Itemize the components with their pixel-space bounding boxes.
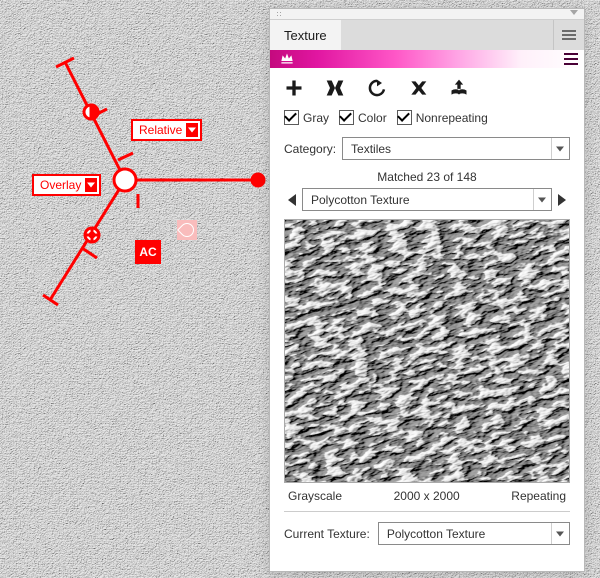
menu-icon — [562, 30, 576, 40]
current-texture-label: Current Texture: — [284, 527, 370, 541]
faded-swatch[interactable] — [177, 220, 197, 240]
overlay-dropdown-label: Overlay — [40, 178, 81, 192]
compare-button[interactable] — [324, 78, 346, 98]
separator — [284, 511, 570, 512]
texture-dropdown[interactable]: Polycotton Texture — [302, 188, 552, 211]
matched-text: Matched 23 of 148 — [270, 164, 584, 188]
import-button[interactable] — [448, 78, 470, 98]
texture-panel: Texture Gray — [269, 8, 585, 572]
relative-dropdown-label: Relative — [139, 123, 182, 137]
reload-button[interactable] — [366, 78, 388, 98]
texture-preview[interactable] — [284, 219, 570, 483]
preview-wrap — [270, 219, 584, 483]
crown-icon — [278, 51, 296, 66]
relative-dropdown[interactable]: Relative — [131, 119, 202, 141]
gray-checkbox[interactable]: Gray — [284, 110, 329, 125]
panel-drag-handle[interactable] — [270, 9, 584, 20]
overlay-dropdown[interactable]: Overlay — [32, 174, 101, 196]
category-label: Category: — [284, 142, 336, 156]
next-button[interactable] — [558, 191, 570, 209]
category-row: Category: Textiles — [270, 133, 584, 164]
prev-button[interactable] — [284, 191, 296, 209]
banner-menu-button[interactable] — [564, 53, 578, 65]
x-icon — [408, 78, 428, 98]
toolbar — [270, 68, 584, 106]
ac-badge[interactable]: AC — [135, 240, 161, 264]
texture-nav-row: Polycotton Texture — [270, 188, 584, 219]
color-checkbox[interactable]: Color — [339, 110, 387, 125]
tab-row: Texture — [270, 20, 584, 50]
panel-collapse-icon[interactable] — [570, 10, 578, 15]
meta-mode: Grayscale — [288, 489, 342, 503]
split-icon — [324, 78, 346, 98]
panel-menu-button[interactable] — [553, 20, 584, 50]
filter-checks: Gray Color Nonrepeating — [270, 106, 584, 133]
add-button[interactable] — [284, 78, 304, 98]
meta-size: 2000 x 2000 — [394, 489, 460, 503]
category-dropdown[interactable]: Textiles — [342, 137, 570, 160]
current-texture-row: Current Texture: Polycotton Texture — [270, 514, 584, 555]
pro-banner — [270, 50, 584, 68]
download-book-icon — [448, 78, 470, 98]
plus-icon — [284, 78, 304, 98]
meta-row: Grayscale 2000 x 2000 Repeating — [270, 483, 584, 509]
delete-button[interactable] — [408, 78, 428, 98]
nonrepeating-checkbox[interactable]: Nonrepeating — [397, 110, 488, 125]
reload-icon — [366, 78, 388, 98]
meta-repeat: Repeating — [511, 489, 566, 503]
tab-texture[interactable]: Texture — [270, 20, 341, 50]
current-texture-dropdown[interactable]: Polycotton Texture — [378, 522, 570, 545]
